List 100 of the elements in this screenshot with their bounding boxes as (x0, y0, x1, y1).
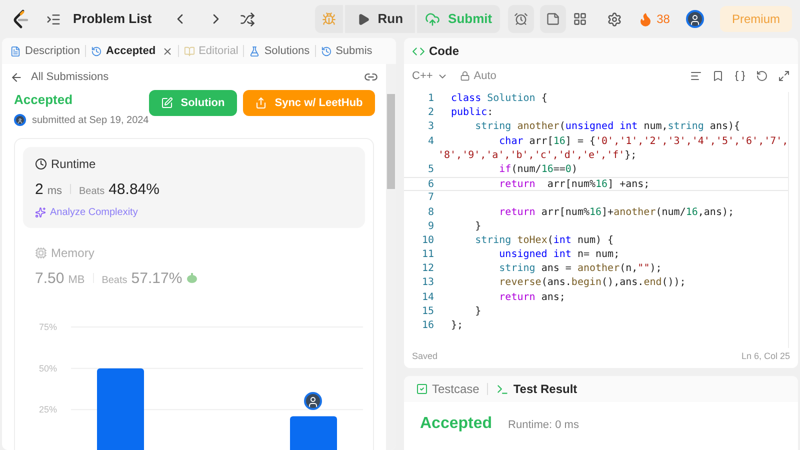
panel-tab[interactable]: Submis (320, 42, 372, 60)
line-number: 8 (426, 206, 434, 220)
beats-label: Beats (102, 274, 128, 288)
code-line: '8','9','a','b','c','d','e','f'}; (438, 148, 637, 163)
reset-icon[interactable] (756, 70, 768, 82)
analyze-complexity-link[interactable]: Analyze Complexity (50, 205, 138, 220)
logo-icon[interactable] (12, 9, 30, 29)
panel-tab[interactable]: Accepted (91, 42, 173, 60)
close-icon[interactable] (162, 46, 173, 56)
code-line: class Solution { (451, 92, 548, 106)
braces-icon[interactable] (734, 70, 746, 82)
back-arrow-icon[interactable] (10, 70, 23, 84)
axis-tick-label: 25% (39, 404, 58, 414)
memory-beats: 57.17% (131, 269, 182, 289)
line-number: 14 (420, 290, 434, 305)
problem-list-link[interactable]: Problem List (73, 9, 152, 29)
share-icon (254, 97, 267, 109)
grid-icon[interactable] (572, 12, 587, 26)
axis-tick-label: 50% (39, 362, 58, 373)
code-line: return ans; (498, 290, 566, 305)
runtime-title: Runtime (51, 156, 96, 172)
play-icon (356, 12, 370, 26)
panel-tab[interactable]: Testcase (416, 380, 480, 398)
line-number: 12 (420, 262, 434, 276)
chip-icon (35, 247, 47, 259)
format-icon[interactable] (690, 70, 702, 82)
code-line: return arr[num%16]+another(num/16,ans); (498, 206, 734, 220)
line-number: 15 (420, 304, 434, 319)
shuffle-icon[interactable] (240, 12, 255, 26)
memory-title: Memory (51, 245, 94, 262)
streak-count[interactable]: 38 (656, 10, 670, 28)
axis-tick-label: 75% (39, 322, 58, 332)
panel-tab[interactable]: Description (10, 42, 80, 60)
note-button[interactable] (540, 5, 566, 33)
result-status: Accepted (420, 414, 492, 434)
line-number: 16 (420, 319, 434, 333)
code-line: return arr[num%16] +ans; (498, 178, 650, 190)
cloud-upload-icon (425, 12, 440, 26)
list-icon[interactable] (46, 12, 61, 26)
line-number: 2 (426, 106, 434, 120)
code-title: Code (429, 43, 459, 60)
history-icon (320, 46, 332, 56)
line-number: 10 (420, 234, 434, 248)
terminal-icon (496, 382, 510, 396)
clock-icon (35, 158, 47, 170)
avatar-icon (304, 392, 322, 410)
bug-icon (322, 12, 336, 26)
code-line: if(num/16==0) (498, 162, 578, 177)
code-line: } (474, 304, 482, 319)
code-line: public: (451, 106, 494, 120)
panel-tab[interactable]: Solutions (249, 42, 310, 60)
checkbox-icon (416, 383, 428, 395)
line-number: 13 (420, 276, 434, 290)
runtime-card[interactable]: Runtime 2 ms Beats 48.84% Analyze Complexity (23, 146, 365, 228)
code-line: string ans = another(n,""); (498, 262, 662, 276)
code-line: reverse(ans.begin(),ans.end()); (498, 276, 686, 290)
lock-icon (460, 71, 470, 81)
book-icon (184, 46, 195, 56)
solution-button[interactable]: Solution (148, 90, 237, 116)
history-icon (91, 46, 102, 56)
line-number: 3 (426, 120, 434, 134)
teapot-icon (186, 272, 198, 283)
run-button[interactable]: Run (344, 5, 416, 33)
runtime-unit: ms (47, 184, 62, 198)
flask-icon (249, 46, 260, 56)
cursor-position: Ln 6, Col 25 (741, 350, 790, 364)
alarm-clock-button[interactable] (508, 5, 534, 33)
line-number: 4 (426, 134, 434, 149)
expand-icon[interactable] (778, 70, 790, 82)
code-line: string toHex(int num) { (474, 234, 614, 248)
memory-unit: MB (68, 273, 85, 288)
result-runtime: Runtime: 0 ms (508, 418, 579, 433)
sparkle-icon (35, 207, 46, 218)
avatar-icon (686, 10, 704, 28)
edit-icon (160, 97, 173, 109)
beats-label: Beats (79, 184, 105, 198)
line-number: 5 (426, 162, 434, 177)
settings-icon[interactable] (606, 12, 622, 26)
panel-tab[interactable]: Test Result (496, 380, 578, 398)
alarm-clock-icon (514, 12, 528, 26)
code-icon (412, 44, 425, 58)
language-select[interactable]: C++ (412, 68, 433, 84)
status-text: Accepted (14, 91, 74, 109)
submitted-date: submitted at Sep 19, 2024 (32, 114, 149, 128)
code-line: unsigned int n= num; (498, 248, 620, 262)
code-line: }; (451, 319, 464, 333)
line-number: 7 (426, 191, 434, 206)
line-number: 6 (426, 178, 434, 190)
line-number: 11 (420, 248, 434, 262)
bookmark-icon[interactable] (712, 70, 724, 82)
avatar-icon (14, 114, 26, 126)
code-line: string another(unsigned int num,string ans){ (474, 120, 740, 134)
code-line: char arr[16] = {'0','1','2','3','4','5','6','7', (498, 134, 788, 149)
memory-value: 7.50 (35, 269, 64, 289)
mode-label[interactable]: Auto (474, 68, 496, 84)
all-submissions-link[interactable]: All Submissions (31, 68, 109, 86)
note-icon (546, 12, 560, 26)
line-number: 9 (426, 220, 434, 234)
code-line: } (474, 220, 482, 234)
saved-status: Saved (412, 350, 438, 364)
